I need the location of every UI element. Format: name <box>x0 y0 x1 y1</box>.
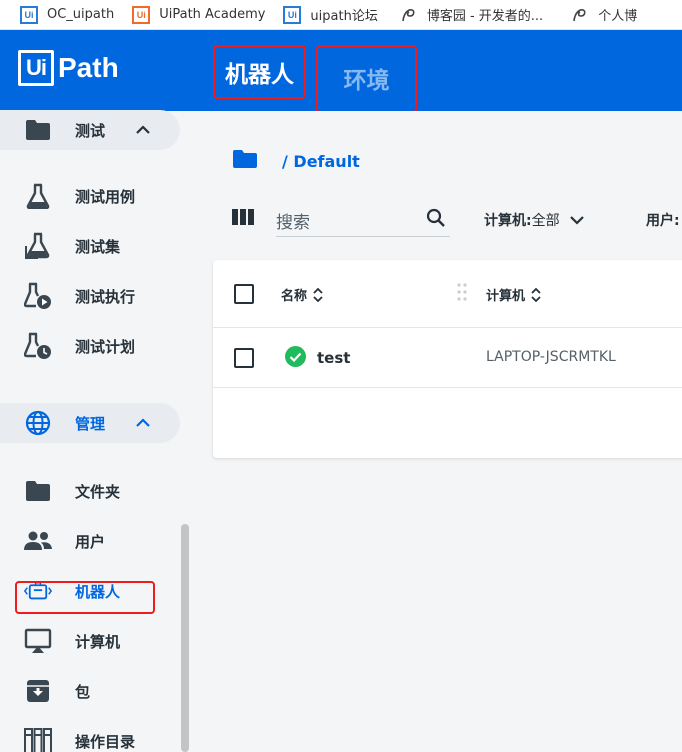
column-resize-handle-icon[interactable] <box>457 282 467 306</box>
user-filter-dropdown[interactable]: 用户: <box>646 210 680 230</box>
search-placeholder: 搜索 <box>276 213 310 233</box>
column-header-name[interactable]: 名称 <box>281 285 323 304</box>
cnblogs-favicon-icon <box>400 6 418 24</box>
sidebar-item-test-sets[interactable]: 测试集 <box>0 226 180 266</box>
toolbar: 搜索 计算机: 全部 用户: <box>232 201 682 241</box>
chevron-down-icon <box>569 215 584 225</box>
column-label: 名称 <box>281 289 308 304</box>
sidebar-item-test-execution[interactable]: 测试执行 <box>0 276 180 316</box>
columns-icon[interactable] <box>232 209 254 229</box>
breadcrumb-folder[interactable]: / Default <box>282 152 360 171</box>
package-icon <box>24 677 52 705</box>
logo-text: Path <box>58 52 119 83</box>
uipath-favicon-icon: Ui <box>283 5 302 24</box>
sidebar-group-label: 测试 <box>75 121 106 140</box>
folder-icon[interactable] <box>232 149 258 173</box>
robot-machine: LAPTOP-JSCRMTKL <box>486 349 616 365</box>
sidebar-item-label: 计算机 <box>75 632 121 651</box>
breadcrumb: / Default <box>232 149 360 173</box>
select-all-checkbox[interactable] <box>234 284 254 304</box>
bookmark-label: UiPath Academy <box>159 7 266 22</box>
column-header-machine[interactable]: 计算机 <box>486 285 541 304</box>
sidebar-item-label: 机器人 <box>75 582 121 601</box>
column-label: 计算机 <box>486 289 526 304</box>
sidebar-item-test-cases[interactable]: 测试用例 <box>0 176 180 216</box>
search-icon[interactable] <box>426 208 446 232</box>
robot-icon <box>24 577 52 605</box>
sidebar-item-label: 包 <box>75 682 91 701</box>
bookmark-personal-blog[interactable]: 个人博 <box>571 5 637 24</box>
sidebar-item-folders[interactable]: 文件夹 <box>0 471 180 511</box>
bookmark-label: uipath论坛 <box>310 9 378 24</box>
status-ok-icon <box>285 346 306 367</box>
bookmark-label: OC_uipath <box>47 7 115 22</box>
sidebar-group-label: 管理 <box>75 414 106 433</box>
search-input[interactable]: 搜索 <box>276 201 450 237</box>
uipath-academy-favicon-icon: Ui <box>132 5 151 24</box>
bookmarks-bar: Ui OC_uipath Ui UiPath Academy Ui uipath… <box>0 0 682 30</box>
sort-icon[interactable] <box>313 287 323 302</box>
sidebar-group-admin[interactable]: 管理 <box>0 403 180 443</box>
logo-box: Ui <box>18 50 54 86</box>
bookmark-oc-uipath[interactable]: Ui OC_uipath <box>20 5 115 24</box>
sidebar-item-label: 测试执行 <box>75 287 136 306</box>
sidebar-item-label: 文件夹 <box>75 482 121 501</box>
sidebar-item-users[interactable]: 用户 <box>0 521 180 561</box>
cnblogs-favicon-icon <box>571 6 589 24</box>
robot-name[interactable]: test <box>317 349 350 367</box>
machine-filter-dropdown[interactable]: 计算机: 全部 <box>484 210 584 230</box>
bookmark-label: 个人博 <box>598 9 638 24</box>
row-checkbox[interactable] <box>234 348 254 368</box>
table-header-row: 名称 计算机 <box>213 260 682 328</box>
sidebar-item-label: 用户 <box>75 532 106 551</box>
sidebar-scrollbar-thumb[interactable] <box>181 524 189 752</box>
sidebar-item-machines[interactable]: 计算机 <box>0 621 180 661</box>
sidebar-item-catalog[interactable]: 操作目录 <box>0 721 180 752</box>
folder-icon <box>24 477 52 505</box>
flask-clock-icon <box>24 332 52 360</box>
chevron-up-icon[interactable] <box>133 413 153 433</box>
chevron-up-icon[interactable] <box>133 120 153 140</box>
users-icon <box>24 527 52 555</box>
app-header: Ui Path 机器人 环境 <box>0 30 682 113</box>
table-row[interactable]: test LAPTOP-JSCRMTKL <box>213 328 682 388</box>
tab-robots[interactable]: 机器人 <box>213 44 306 100</box>
filter-value: 全部 <box>531 213 560 229</box>
globe-icon <box>24 409 52 437</box>
bookmark-uipath-academy[interactable]: Ui UiPath Academy <box>132 5 266 24</box>
flask-icon <box>24 182 52 210</box>
tab-environments[interactable]: 环境 <box>316 44 417 112</box>
sort-icon[interactable] <box>531 287 541 302</box>
sidebar-item-label: 测试用例 <box>75 187 136 206</box>
robots-table: 名称 计算机 test LAPTOP-JSCRMTKL <box>213 260 682 458</box>
sidebar: 测试 测试用例 测试集 测试执行 测试计划 管理 文件夹 用户 机器人 计算机 … <box>0 110 190 752</box>
sidebar-group-test[interactable]: 测试 <box>0 110 180 150</box>
sidebar-item-label: 测试集 <box>75 237 121 256</box>
monitor-icon <box>24 627 52 655</box>
uipath-favicon-icon: Ui <box>20 5 38 24</box>
sidebar-item-label: 操作目录 <box>75 732 136 751</box>
sidebar-item-robots[interactable]: 机器人 <box>0 571 180 611</box>
bookmark-label: 博客园 - 开发者的... <box>426 9 544 24</box>
folder-icon <box>24 116 52 144</box>
uipath-logo[interactable]: Ui Path <box>18 50 119 86</box>
sidebar-item-test-plans[interactable]: 测试计划 <box>0 326 180 366</box>
sidebar-item-label: 测试计划 <box>75 337 136 356</box>
bookmark-uipath-forum[interactable]: Ui uipath论坛 <box>283 5 378 24</box>
flask-set-icon <box>24 232 52 260</box>
flask-play-icon <box>24 282 52 310</box>
filter-label: 计算机: <box>484 213 532 229</box>
sidebar-item-packages[interactable]: 包 <box>0 671 180 711</box>
catalog-icon <box>24 727 52 752</box>
bookmark-cnblogs[interactable]: 博客园 - 开发者的... <box>400 5 543 24</box>
main-content: / Default 搜索 计算机: 全部 用户: 名称 计算机 test LAP… <box>190 111 682 752</box>
